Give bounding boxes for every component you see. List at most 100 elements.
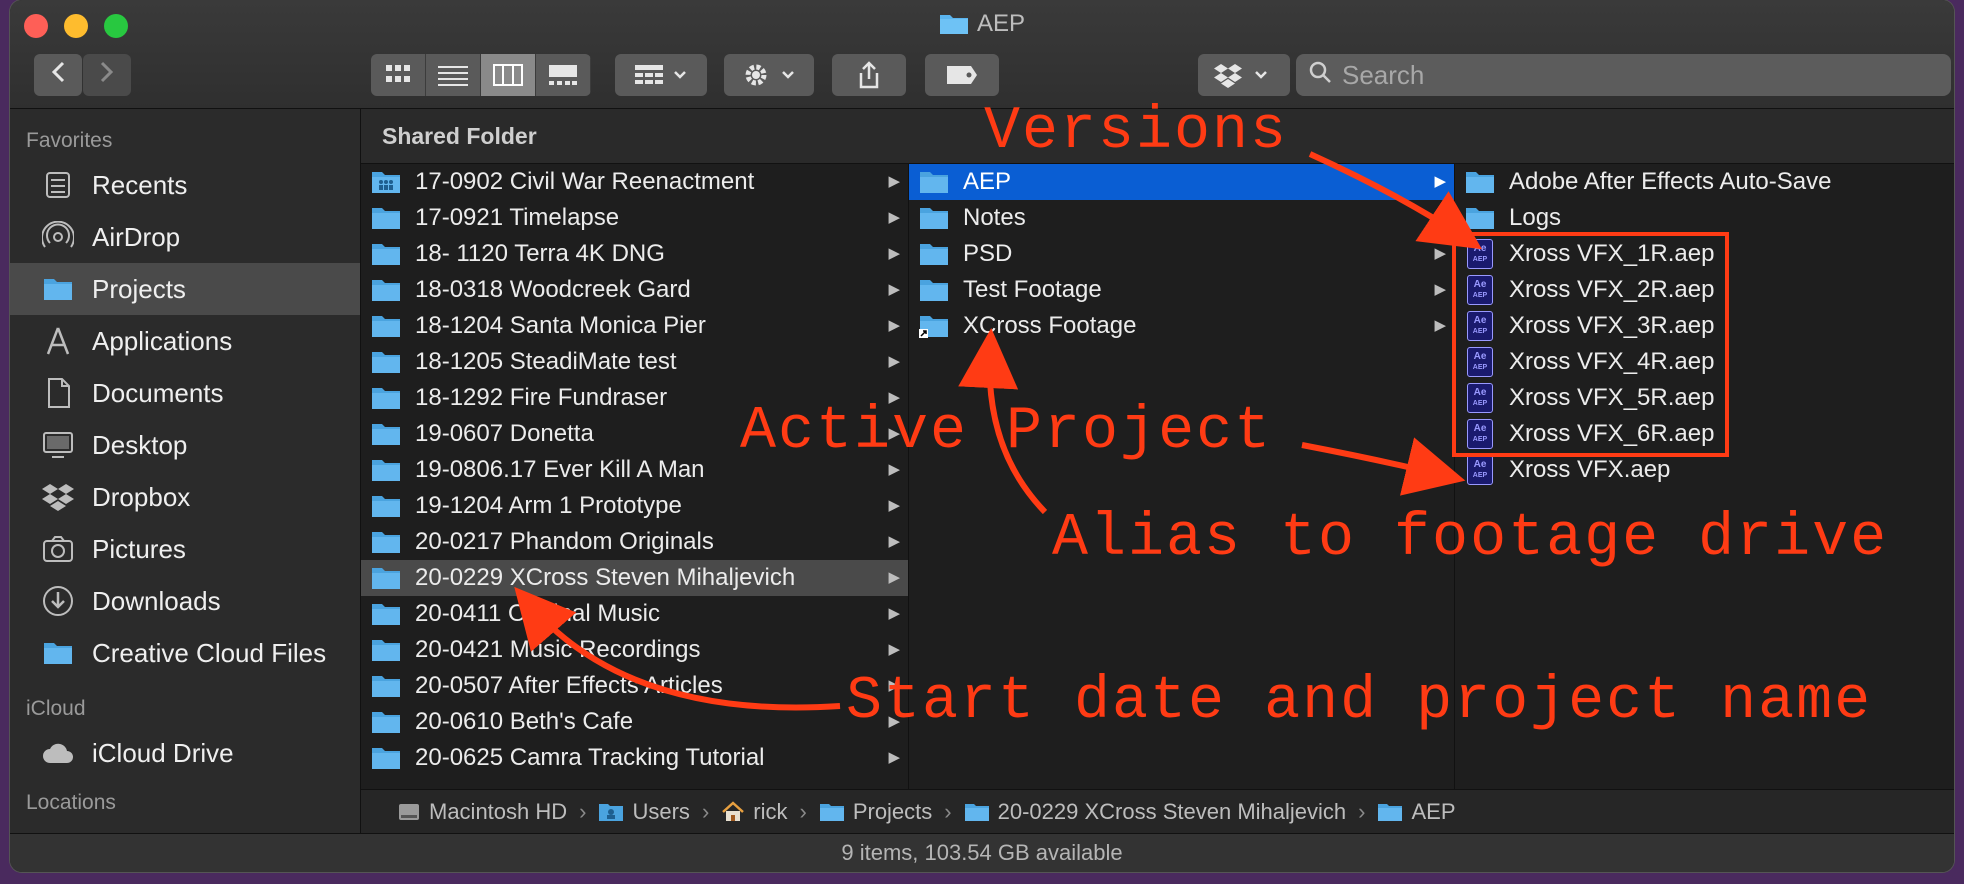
forward-button[interactable] bbox=[83, 54, 131, 96]
project-folder-row[interactable]: 20-0625 Camra Tracking Tutorial ▶ bbox=[361, 740, 908, 776]
project-folder-row[interactable]: 19-1204 Arm 1 Prototype ▶ bbox=[361, 488, 908, 524]
folder-icon bbox=[1465, 168, 1495, 196]
subfolder-row[interactable]: AEP ▶ bbox=[909, 164, 1454, 200]
path-crumb[interactable]: rick bbox=[721, 799, 787, 825]
folder-row[interactable]: Adobe After Effects Auto-Save bbox=[1455, 164, 1954, 200]
item-label: 20-0610 Beth's Cafe bbox=[415, 708, 634, 735]
sidebar-item-label: Pictures bbox=[92, 533, 186, 564]
item-label: 20-0217 Phandom Originals bbox=[415, 528, 714, 555]
folder-icon bbox=[371, 312, 401, 340]
disclosure-arrow-icon: ▶ bbox=[888, 353, 900, 370]
path-crumb[interactable]: Macintosh HD bbox=[397, 799, 567, 825]
item-label: Logs bbox=[1509, 204, 1562, 231]
project-folder-row[interactable]: 18-0318 Woodcreek Gard ▶ bbox=[361, 272, 908, 308]
search-icon bbox=[1308, 60, 1332, 91]
share-button[interactable] bbox=[832, 54, 906, 96]
group-icon bbox=[635, 65, 686, 84]
gallery-icon bbox=[549, 65, 577, 85]
sidebar-item-desktop[interactable]: Desktop bbox=[10, 419, 360, 471]
project-folder-row[interactable]: 18-1204 Santa Monica Pier ▶ bbox=[361, 308, 908, 344]
sidebar-item-pictures[interactable]: Pictures bbox=[10, 523, 360, 575]
subfolder-row[interactable]: Notes ▶ bbox=[909, 200, 1454, 236]
grid-icon bbox=[386, 65, 410, 82]
download-icon bbox=[40, 583, 76, 619]
item-label: 20-0625 Camra Tracking Tutorial bbox=[415, 744, 765, 771]
action-button[interactable] bbox=[724, 54, 814, 96]
project-folder-row[interactable]: 20-0421 Music Recordings ▶ bbox=[361, 632, 908, 668]
project-folder-row[interactable]: 20-0610 Beth's Cafe ▶ bbox=[361, 704, 908, 740]
project-folder-row[interactable]: 20-0411 Original Music ▶ bbox=[361, 596, 908, 632]
folder-icon bbox=[1465, 204, 1495, 232]
sidebar-item-label: Creative Cloud Files bbox=[92, 637, 327, 668]
sidebar-heading-favorites: Favorites bbox=[26, 129, 113, 152]
annotation-start-date: Start date and project name bbox=[846, 668, 1873, 736]
sidebar-item-applications[interactable]: Applications bbox=[10, 315, 360, 367]
path-separator-icon: › bbox=[944, 799, 952, 824]
search-field[interactable]: Search bbox=[1296, 54, 1951, 96]
item-label: Test Footage bbox=[963, 276, 1102, 303]
chevron-right-icon bbox=[100, 61, 114, 89]
back-button[interactable] bbox=[34, 54, 82, 96]
list-icon bbox=[438, 66, 468, 86]
dropbox-button[interactable] bbox=[1198, 54, 1290, 96]
folder-row[interactable]: Logs bbox=[1455, 200, 1954, 236]
folder-icon bbox=[371, 276, 401, 304]
annotation-active-project: Active Project bbox=[740, 398, 1273, 466]
sidebar-item-projects[interactable]: Projects bbox=[10, 263, 360, 315]
project-folder-row[interactable]: 20-0507 After Effects Articles ▶ bbox=[361, 668, 908, 704]
sidebar-item-creative-cloud-files[interactable]: Creative Cloud Files bbox=[10, 627, 360, 679]
folder-icon bbox=[939, 11, 969, 42]
aep-file-row[interactable]: Ae AEP Xross VFX.aep bbox=[1455, 452, 1954, 488]
path-crumb-label: Macintosh HD bbox=[429, 799, 568, 824]
folder-icon bbox=[371, 456, 401, 484]
disclosure-arrow-icon: ▶ bbox=[888, 605, 900, 622]
dropbox-icon bbox=[40, 479, 76, 515]
item-label: XCross Footage bbox=[963, 312, 1137, 339]
path-separator-icon: › bbox=[799, 799, 807, 824]
aep-file-badge: Ae AEP bbox=[1467, 455, 1493, 485]
subfolder-row[interactable]: Test Footage ▶ bbox=[909, 272, 1454, 308]
icon-view-button[interactable] bbox=[371, 54, 426, 96]
disclosure-arrow-icon: ▶ bbox=[888, 317, 900, 334]
item-label: AEP bbox=[963, 168, 1012, 195]
path-crumb[interactable]: Users bbox=[598, 799, 690, 825]
item-label: 20-0507 After Effects Articles bbox=[415, 672, 723, 699]
group-button[interactable] bbox=[615, 54, 707, 96]
path-separator-icon: › bbox=[701, 799, 710, 824]
column-projects: 17-0902 Civil War Reenactment ▶ 17-0921 Ti… bbox=[361, 164, 909, 790]
path-crumb[interactable]: Projects bbox=[819, 799, 932, 825]
subfolder-row[interactable]: XCross Footage ▶ bbox=[909, 308, 1454, 344]
project-folder-row[interactable]: 17-0921 Timelapse ▶ bbox=[361, 200, 908, 236]
item-label: Adobe After Effects Auto-Save bbox=[1509, 168, 1832, 195]
sidebar-item-icloud-drive[interactable]: iCloud Drive bbox=[10, 727, 360, 779]
project-folder-row[interactable]: 17-0902 Civil War Reenactment ▶ bbox=[361, 164, 908, 200]
disclosure-arrow-icon: ▶ bbox=[888, 749, 900, 766]
project-folder-row[interactable]: 18- 1120 Terra 4K DNG ▶ bbox=[361, 236, 908, 272]
sidebar-item-downloads[interactable]: Downloads bbox=[10, 575, 360, 627]
sidebar-item-airdrop[interactable]: AirDrop bbox=[10, 211, 360, 263]
sidebar-item-recents[interactable]: Recents bbox=[10, 159, 360, 211]
list-view-button[interactable] bbox=[426, 54, 481, 96]
disclosure-arrow-icon: ▶ bbox=[888, 497, 900, 514]
tags-button[interactable] bbox=[925, 54, 999, 96]
item-label: 20-0229 XCross Steven Mihaljevich bbox=[415, 564, 796, 591]
folder-icon bbox=[919, 168, 949, 196]
column-view-button[interactable] bbox=[481, 54, 536, 96]
small-folder-icon bbox=[819, 801, 845, 823]
project-folder-row[interactable]: 18-1205 SteadiMate test ▶ bbox=[361, 344, 908, 380]
sidebar-item-label: Applications bbox=[92, 325, 233, 356]
path-crumb[interactable]: AEP bbox=[1377, 799, 1456, 825]
desktop-icon bbox=[40, 427, 76, 463]
project-folder-row[interactable]: 20-0217 Phandom Originals ▶ bbox=[361, 524, 908, 560]
subfolder-row[interactable]: PSD ▶ bbox=[909, 236, 1454, 272]
disclosure-arrow-icon: ▶ bbox=[888, 281, 900, 298]
sidebar-item-documents[interactable]: Documents bbox=[10, 367, 360, 419]
sidebar-item-label: Recents bbox=[92, 169, 188, 200]
sidebar-item-dropbox[interactable]: Dropbox bbox=[10, 471, 360, 523]
item-label: Notes bbox=[963, 204, 1026, 231]
item-label: 17-0902 Civil War Reenactment bbox=[415, 168, 755, 195]
gallery-view-button[interactable] bbox=[536, 54, 591, 96]
item-label: 18-1204 Santa Monica Pier bbox=[415, 312, 706, 339]
project-folder-row[interactable]: 20-0229 XCross Steven Mihaljevich ▶ bbox=[361, 560, 908, 596]
path-crumb[interactable]: 20-0229 XCross Steven Mihaljevich bbox=[964, 799, 1346, 825]
